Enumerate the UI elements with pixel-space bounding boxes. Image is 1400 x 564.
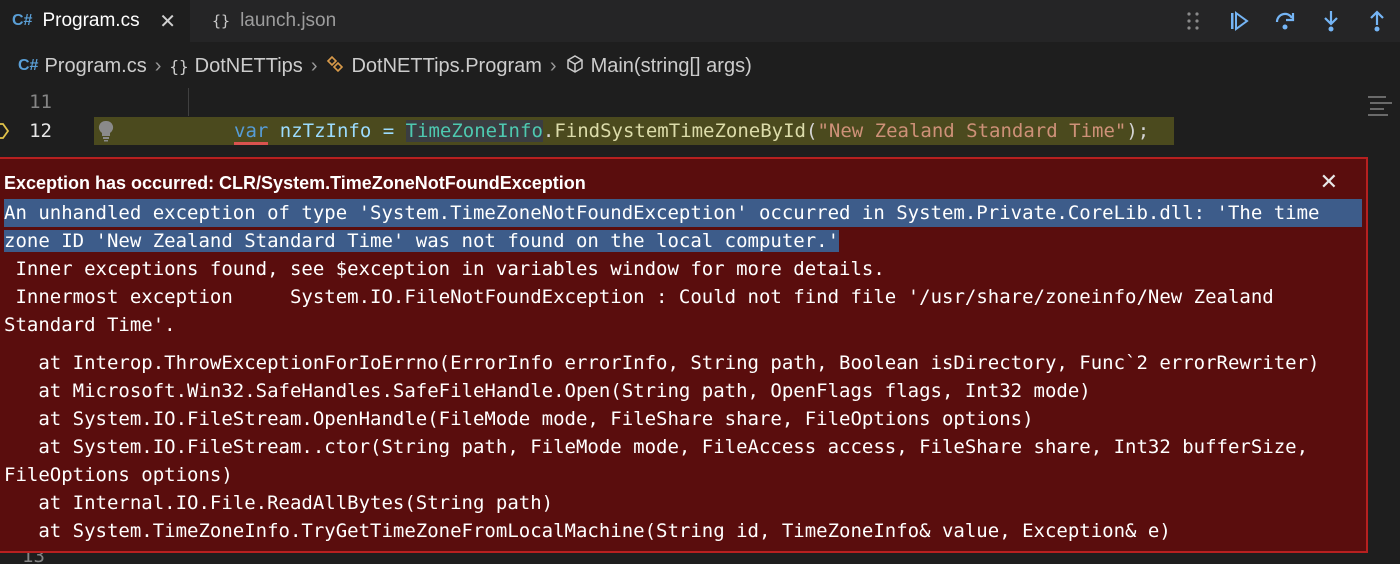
- tab-label: launch.json: [240, 10, 337, 31]
- stack-frame: FileOptions options): [4, 464, 233, 486]
- selected-text: zone ID 'New Zealand Standard Time' was …: [4, 230, 840, 252]
- innermost-exception-line: Innermost exception System.IO.FileNotFou…: [4, 283, 1362, 311]
- chevron-right-icon: ›: [154, 54, 162, 77]
- class-icon: [325, 55, 345, 78]
- exception-widget: Exception has occurred: CLR/System.TimeZ…: [0, 157, 1368, 553]
- lightbulb-icon[interactable]: [98, 120, 114, 147]
- json-braces-icon: {}: [212, 12, 231, 30]
- type-name: TimeZoneInfo: [405, 120, 543, 142]
- open-paren: (: [806, 120, 818, 142]
- keyword-var: var: [234, 120, 269, 145]
- tab-bar: C# Program.cs ✕ {} launch.json: [0, 0, 1400, 42]
- string-literal: "New Zealand Standard Time": [817, 120, 1127, 142]
- breadcrumb-label: Main(string[] args): [590, 54, 752, 77]
- method-cube-icon: [565, 54, 585, 79]
- exception-details: An unhandled exception of type 'System.T…: [4, 199, 1362, 545]
- stack-frame: at System.IO.FileStream..ctor(String pat…: [4, 436, 1309, 458]
- line-number: 13: [22, 553, 45, 564]
- inner-exceptions-line: Inner exceptions found, see $exception i…: [4, 258, 885, 280]
- tab-label: Program.cs: [42, 10, 140, 31]
- namespace-braces-icon: {}: [169, 56, 189, 76]
- tab-launch-json[interactable]: {} launch.json: [190, 0, 370, 42]
- line-number: 12: [29, 120, 52, 142]
- breadcrumb-file[interactable]: C# Program.cs: [18, 55, 147, 78]
- drag-handle-icon[interactable]: [1170, 0, 1216, 42]
- breadcrumb-label: DotNETTips.Program: [351, 54, 542, 77]
- tab-program-cs[interactable]: C# Program.cs ✕: [0, 0, 190, 42]
- step-over-icon[interactable]: [1262, 0, 1308, 42]
- innermost-text: Innermost exception System.IO.FileNotFou…: [4, 286, 1274, 308]
- exception-title: Exception has occurred: CLR/System.TimeZ…: [4, 173, 586, 193]
- step-into-icon[interactable]: [1308, 0, 1354, 42]
- chevron-right-icon: ›: [549, 54, 557, 77]
- stack-frame: at System.TimeZoneInfo.TryGetTimeZoneFro…: [4, 520, 1171, 542]
- breadcrumb-namespace[interactable]: {} DotNETTips: [169, 55, 302, 78]
- continue-icon[interactable]: [1216, 0, 1262, 42]
- code-line-partial[interactable]: 13: [0, 553, 1368, 564]
- csharp-icon: C#: [18, 57, 39, 74]
- identifier: nzTzInfo =: [268, 120, 406, 142]
- stack-frame: at System.IO.FileStream.OpenHandle(FileM…: [4, 408, 1034, 430]
- code-line-current[interactable]: 12 var nzTzInfo = TimeZoneInfo.FindSyste…: [0, 117, 1400, 145]
- close-icon[interactable]: ✕: [1320, 169, 1338, 195]
- breadcrumb-label: DotNETTips: [194, 54, 303, 77]
- method-name: FindSystemTimeZoneById: [554, 120, 807, 142]
- dot: .: [542, 120, 555, 142]
- line-number: 11: [29, 91, 52, 113]
- innermost-exception-line: Standard Time'.: [4, 314, 176, 336]
- breadcrumb: C# Program.cs › {} DotNETTips › DotNETTi…: [0, 42, 1400, 90]
- code-line[interactable]: 11: [0, 88, 1400, 116]
- close-icon[interactable]: ✕: [159, 9, 176, 34]
- debug-toolbar: [1170, 0, 1400, 42]
- stack-frame: at Internal.IO.File.ReadAllBytes(String …: [4, 492, 554, 514]
- close-paren: );: [1126, 120, 1150, 142]
- breadcrumb-class[interactable]: DotNETTips.Program: [325, 54, 542, 78]
- breadcrumb-method[interactable]: Main(string[] args): [565, 54, 752, 79]
- csharp-icon: C#: [12, 12, 33, 29]
- exception-message-line: zone ID 'New Zealand Standard Time' was …: [4, 227, 1362, 255]
- stack-frame: at Microsoft.Win32.SafeHandles.SafeFileH…: [4, 380, 1091, 402]
- step-out-icon[interactable]: [1354, 0, 1400, 42]
- indent-guide: [188, 88, 189, 116]
- breadcrumb-label: Program.cs: [44, 54, 147, 77]
- exception-message-line: An unhandled exception of type 'System.T…: [4, 199, 1362, 227]
- code-text: var nzTzInfo = TimeZoneInfo.FindSystemTi…: [234, 117, 1149, 145]
- stack-frame: at Interop.ThrowExceptionForIoErrno(Erro…: [4, 352, 1320, 374]
- chevron-right-icon: ›: [310, 54, 318, 77]
